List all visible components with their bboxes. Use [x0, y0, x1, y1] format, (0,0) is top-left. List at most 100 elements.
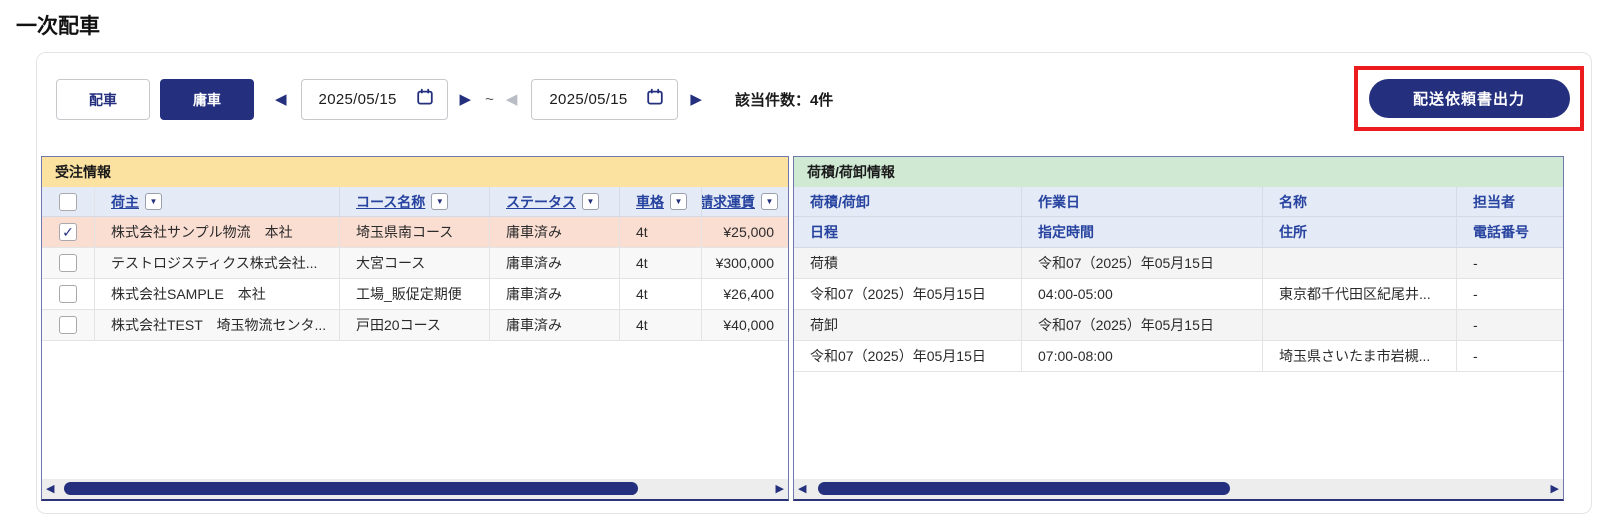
page-title: 一次配車 [16, 10, 100, 40]
cargo-table-row[interactable]: 令和07（2025）年05月15日07:00-08:00埼玉県さいたま市岩槻..… [794, 341, 1563, 372]
column-header-address: 住所 [1263, 217, 1457, 247]
column-header-schedule: 日程 [794, 217, 1022, 247]
date-from-next-icon[interactable]: ▶ [460, 92, 472, 107]
scrollbar-thumb[interactable] [818, 482, 1230, 495]
cell: 埼玉県南コース [340, 217, 490, 247]
cell: ¥300,000 [702, 248, 788, 278]
order-table-rows: ✓株式会社サンプル物流 本社埼玉県南コース庸車済み4t¥25,000テストロジス… [42, 217, 788, 341]
date-to-next-icon[interactable]: ▶ [690, 92, 702, 107]
cell: 庸車済み [490, 248, 620, 278]
main-panel: 配車 庸車 ◀ 2025/05/15 ▶ ~ ◀ 2025/05/15 [36, 52, 1592, 514]
mode-button-dispatch[interactable]: 配車 [56, 79, 150, 120]
cell: - [1457, 341, 1563, 371]
row-checkbox[interactable] [59, 316, 77, 334]
cell: 4t [620, 279, 702, 309]
filter-icon[interactable]: ▼ [670, 193, 687, 210]
cell: 戸田20コース [340, 310, 490, 340]
cargo-table-row[interactable]: 令和07（2025）年05月15日04:00-05:00東京都千代田区紀尾井..… [794, 279, 1563, 310]
calendar-icon [416, 88, 434, 111]
scroll-right-icon[interactable]: ▶ [776, 482, 784, 496]
checkbox-cell: ✓ [42, 217, 95, 247]
toolbar: 配車 庸車 ◀ 2025/05/15 ▶ ~ ◀ 2025/05/15 [56, 79, 833, 120]
cell: 東京都千代田区紀尾井... [1263, 279, 1457, 309]
checkbox-cell [42, 279, 95, 309]
filter-icon[interactable]: ▼ [761, 193, 778, 210]
date-to-prev-icon[interactable]: ◀ [506, 92, 518, 107]
scroll-right-icon[interactable]: ▶ [1551, 482, 1559, 496]
cell: ¥25,000 [702, 217, 788, 247]
cell: 4t [620, 217, 702, 247]
row-checkbox[interactable]: ✓ [59, 223, 77, 241]
cell: 荷積 [794, 248, 1022, 278]
date-range-separator: ~ [485, 91, 494, 108]
date-from-input[interactable]: 2025/05/15 [301, 79, 448, 120]
calendar-icon [646, 88, 664, 111]
column-header-vehicle-class[interactable]: 車格 [636, 192, 664, 212]
column-header-fare[interactable]: 請求運賃 [702, 192, 755, 212]
order-table-row[interactable]: 株式会社TEST 埼玉物流センタ...戸田20コース庸車済み4t¥40,000 [42, 310, 788, 341]
cell: - [1457, 310, 1563, 340]
column-header-name: 名称 [1263, 187, 1457, 216]
date-from-value: 2025/05/15 [319, 91, 397, 108]
cell: 工場_販促定期便 [340, 279, 490, 309]
date-from-prev-icon[interactable]: ◀ [275, 92, 287, 107]
cell: 株式会社サンプル物流 本社 [95, 217, 340, 247]
date-to-input[interactable]: 2025/05/15 [531, 79, 678, 120]
cell: 令和07（2025）年05月15日 [1022, 248, 1263, 278]
cell: 庸車済み [490, 217, 620, 247]
export-delivery-request-button[interactable]: 配送依頼書出力 [1369, 79, 1570, 118]
scrollbar-thumb[interactable] [64, 482, 638, 495]
mode-button-charter[interactable]: 庸車 [160, 79, 254, 120]
order-table: 受注情報 荷主 ▼ コース名称 ▼ ステータス ▼ 車格 [41, 156, 789, 501]
cargo-table-row[interactable]: 荷卸令和07（2025）年05月15日- [794, 310, 1563, 341]
cargo-table-header-row2: 日程 指定時間 住所 電話番号 [794, 217, 1563, 248]
order-table-row[interactable]: 株式会社SAMPLE 本社工場_販促定期便庸車済み4t¥26,400 [42, 279, 788, 310]
column-header-course[interactable]: コース名称 [356, 192, 425, 212]
cell: 令和07（2025）年05月15日 [794, 341, 1022, 371]
cell [1263, 310, 1457, 340]
cargo-table-row[interactable]: 荷積令和07（2025）年05月15日 - [794, 248, 1563, 279]
cargo-table-title: 荷積/荷卸情報 [794, 157, 1563, 187]
column-header-contact-person: 担当者 [1457, 187, 1563, 216]
cell [1263, 248, 1457, 278]
checkbox-cell [42, 310, 95, 340]
scroll-left-icon[interactable]: ◀ [798, 482, 806, 496]
order-table-row[interactable]: テストロジスティクス株式会社...大宮コース庸車済み4t¥300,000 [42, 248, 788, 279]
cargo-table-rows: 荷積令和07（2025）年05月15日-令和07（2025）年05月15日04:… [794, 248, 1563, 372]
column-header-shipper[interactable]: 荷主 [111, 192, 139, 212]
row-checkbox[interactable] [59, 285, 77, 303]
column-header-work-date: 作業日 [1022, 187, 1263, 216]
select-all-checkbox[interactable] [59, 193, 77, 211]
cell: 4t [620, 310, 702, 340]
order-table-hscrollbar[interactable]: ◀ ▶ [42, 479, 788, 499]
annotation-red-box: 配送依頼書出力 [1354, 66, 1584, 131]
cell: 庸車済み [490, 279, 620, 309]
order-table-row[interactable]: ✓ 株式会社サンプル物流 本社埼玉県南コース庸車済み4t¥25,000 [42, 217, 788, 248]
cell: ¥26,400 [702, 279, 788, 309]
cell: 株式会社TEST 埼玉物流センタ... [95, 310, 340, 340]
cell: 07:00-08:00 [1022, 341, 1263, 371]
cell: 令和07（2025）年05月15日 [794, 279, 1022, 309]
cargo-table: 荷積/荷卸情報 荷積/荷卸 作業日 名称 担当者 日程 指定時間 住所 電話番号… [793, 156, 1564, 501]
checkbox-cell [42, 248, 95, 278]
date-to-value: 2025/05/15 [549, 91, 627, 108]
filter-icon[interactable]: ▼ [431, 193, 448, 210]
column-header-phone: 電話番号 [1457, 217, 1563, 247]
filter-icon[interactable]: ▼ [582, 193, 599, 210]
cell: テストロジスティクス株式会社... [95, 248, 340, 278]
cell: 荷卸 [794, 310, 1022, 340]
cell: 4t [620, 248, 702, 278]
cell: - [1457, 248, 1563, 278]
cargo-table-hscrollbar[interactable]: ◀ ▶ [794, 479, 1563, 499]
column-header-status[interactable]: ステータス [506, 192, 576, 212]
scroll-left-icon[interactable]: ◀ [46, 482, 54, 496]
cargo-table-header-row1: 荷積/荷卸 作業日 名称 担当者 [794, 187, 1563, 217]
result-count: 該当件数：4件 [735, 89, 833, 110]
cell: - [1457, 279, 1563, 309]
column-header-designated-time: 指定時間 [1022, 217, 1263, 247]
order-table-title: 受注情報 [42, 157, 788, 187]
row-checkbox[interactable] [59, 254, 77, 272]
cell: 埼玉県さいたま市岩槻... [1263, 341, 1457, 371]
filter-icon[interactable]: ▼ [145, 193, 162, 210]
cell: 04:00-05:00 [1022, 279, 1263, 309]
